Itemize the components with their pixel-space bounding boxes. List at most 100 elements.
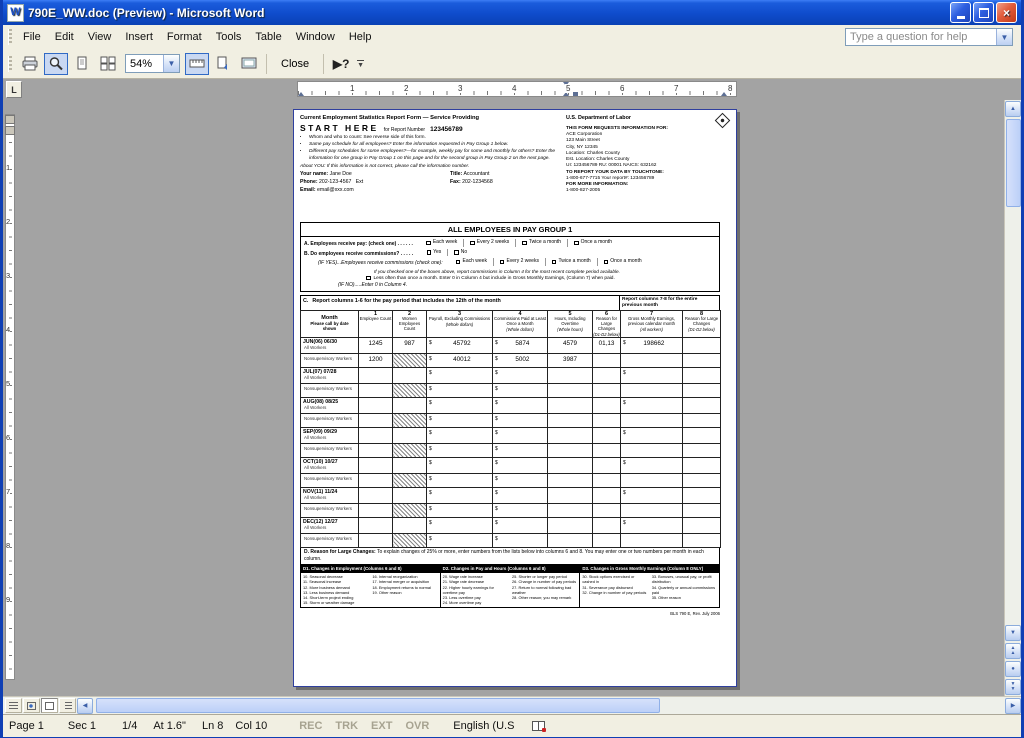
zoom-combobox[interactable]: 54% ▼ <box>125 54 180 73</box>
reason-code-item: 27. Return to normal following bad weath… <box>512 585 577 596</box>
employee-count-cell <box>359 443 393 457</box>
scroll-down-button[interactable]: ▼ <box>1005 625 1021 641</box>
reason-code-item: 26. Change in number of pay periods <box>512 579 577 584</box>
minimize-button[interactable] <box>950 2 971 23</box>
women-count-hatched-cell <box>393 503 427 517</box>
table-cell <box>621 503 683 517</box>
status-toggle-ovr[interactable]: OVR <box>405 720 429 732</box>
zoom-dropdown-icon[interactable]: ▼ <box>163 55 179 72</box>
dollar-sign: $ <box>495 460 498 466</box>
status-toggle-ext[interactable]: EXT <box>371 720 392 732</box>
horizontal-scroll-track[interactable] <box>94 698 1004 714</box>
status-page[interactable]: Page 1 <box>9 720 44 732</box>
menu-window[interactable]: Window <box>289 27 342 47</box>
reason-cell <box>593 367 621 383</box>
all-workers-label: All Workers <box>301 405 358 410</box>
status-toggle-rec[interactable]: REC <box>299 720 322 732</box>
women-count-cell <box>393 397 427 413</box>
reason-cell <box>593 517 621 533</box>
menu-format[interactable]: Format <box>160 27 209 47</box>
multiple-pages-button[interactable] <box>96 53 120 75</box>
table-cell <box>683 473 721 487</box>
status-toggle-trk[interactable]: TRK <box>335 720 358 732</box>
select-browse-object-button[interactable]: ● <box>1005 661 1021 677</box>
previous-page-button[interactable]: ▲▲ <box>1005 643 1021 659</box>
menu-table[interactable]: Table <box>248 27 288 47</box>
print-layout-view-button[interactable] <box>41 698 58 713</box>
ruler-number: 8 <box>727 84 733 93</box>
view-ruler-button[interactable] <box>185 53 209 75</box>
hours-cell <box>548 397 593 413</box>
top-margin-marker[interactable] <box>5 115 15 124</box>
checkbox-option: Once a month <box>567 239 612 247</box>
close-window-button[interactable]: × <box>996 2 1017 23</box>
menu-edit[interactable]: Edit <box>48 27 81 47</box>
ruler-number: 4 <box>6 326 10 334</box>
option-label: Once a month <box>610 258 641 266</box>
horizontal-scrollbar[interactable]: ◀ ▶ <box>3 696 1021 714</box>
report-number-value: 123456789 <box>430 126 463 133</box>
employee-count-cell <box>359 503 393 517</box>
ruler-number: 3 <box>457 84 463 93</box>
next-page-button[interactable]: ▼▼ <box>1005 679 1021 695</box>
women-count-hatched-cell <box>393 533 427 547</box>
scroll-up-button[interactable]: ▲ <box>1005 101 1021 117</box>
dollar-sign: $ <box>495 446 498 452</box>
vertical-scrollbar[interactable]: ▲ ▼ ▲▲ ● ▼▼ <box>1004 100 1021 696</box>
ruler-number: 5 <box>6 380 10 388</box>
one-page-button[interactable] <box>70 53 94 75</box>
column-header-5: 5Hours, Including Overtime(Whole hours) <box>548 310 593 337</box>
reason-code-item: 19. Other reason <box>372 590 437 595</box>
spelling-status-icon[interactable] <box>532 721 545 731</box>
scroll-right-button[interactable]: ▶ <box>1005 698 1021 714</box>
form-title: Current Employment Statistics Report For… <box>300 115 558 121</box>
nonsupervisory-label-cell: Nonsupervisory Workers <box>301 353 359 367</box>
column-header-7: 7Gross Monthly Earnings, previous calend… <box>621 310 683 337</box>
top-margin-marker[interactable] <box>5 126 15 135</box>
menu-view[interactable]: View <box>81 27 119 47</box>
contact-name: Your name: Jane Doe <box>300 171 450 177</box>
title-bar[interactable]: W 790E_WW.doc (Preview) - Microsoft Word… <box>3 0 1021 25</box>
document-viewport: 123456789 Current Employment Statistics … <box>3 100 1021 696</box>
scroll-left-button[interactable]: ◀ <box>77 698 93 714</box>
toolbar-options-icon[interactable]: ▼ <box>357 60 364 68</box>
context-help-button[interactable]: ▶? <box>329 53 353 75</box>
menu-bar-grip[interactable] <box>8 29 12 45</box>
menu-insert[interactable]: Insert <box>118 27 160 47</box>
shrink-to-fit-button[interactable] <box>211 53 235 75</box>
hanging-indent-marker[interactable] <box>298 92 304 96</box>
shrink-to-fit-icon <box>215 56 231 71</box>
dollar-sign: $ <box>429 476 432 482</box>
table-cell <box>683 383 721 397</box>
menu-tools[interactable]: Tools <box>209 27 249 47</box>
question-help-box[interactable]: Type a question for help ▼ <box>845 28 1013 46</box>
outline-view-button[interactable] <box>59 698 76 713</box>
close-preview-button[interactable]: Close <box>272 54 318 74</box>
help-icon: ▶? <box>333 57 350 71</box>
section-d-label: D. <box>304 549 309 555</box>
hours-cell: 3987 <box>548 353 593 367</box>
checkbox-icon <box>574 241 579 246</box>
dollar-cell: $ <box>427 413 493 427</box>
normal-view-button[interactable] <box>5 698 22 713</box>
menu-help[interactable]: Help <box>342 27 379 47</box>
magnifier-button[interactable] <box>44 53 68 75</box>
left-indent-marker[interactable] <box>573 92 578 96</box>
agency-panel: U.S. Department of Labor THIS FORM REQUE… <box>558 115 730 219</box>
tab-stop-selector[interactable]: L <box>6 81 22 98</box>
menu-file[interactable]: File <box>16 27 48 47</box>
horizontal-scroll-thumb[interactable] <box>96 698 660 713</box>
all-workers-label: All Workers <box>301 495 358 500</box>
hours-cell: 4579 <box>548 337 593 353</box>
question-dropdown-icon[interactable]: ▼ <box>996 29 1012 45</box>
vertical-scroll-thumb[interactable] <box>1006 119 1021 207</box>
start-here-label: START HERE <box>300 123 379 133</box>
document-page[interactable]: Current Employment Statistics Report For… <box>293 109 737 687</box>
toolbar-grip[interactable] <box>8 56 12 72</box>
dollar-sign: $ <box>429 520 432 526</box>
full-screen-button[interactable] <box>237 53 261 75</box>
month-row-all-workers: NOV(11) 11/24All Workers$$$ <box>301 487 721 503</box>
web-layout-view-button[interactable] <box>23 698 40 713</box>
restore-button[interactable] <box>973 2 994 23</box>
print-button[interactable] <box>18 53 42 75</box>
